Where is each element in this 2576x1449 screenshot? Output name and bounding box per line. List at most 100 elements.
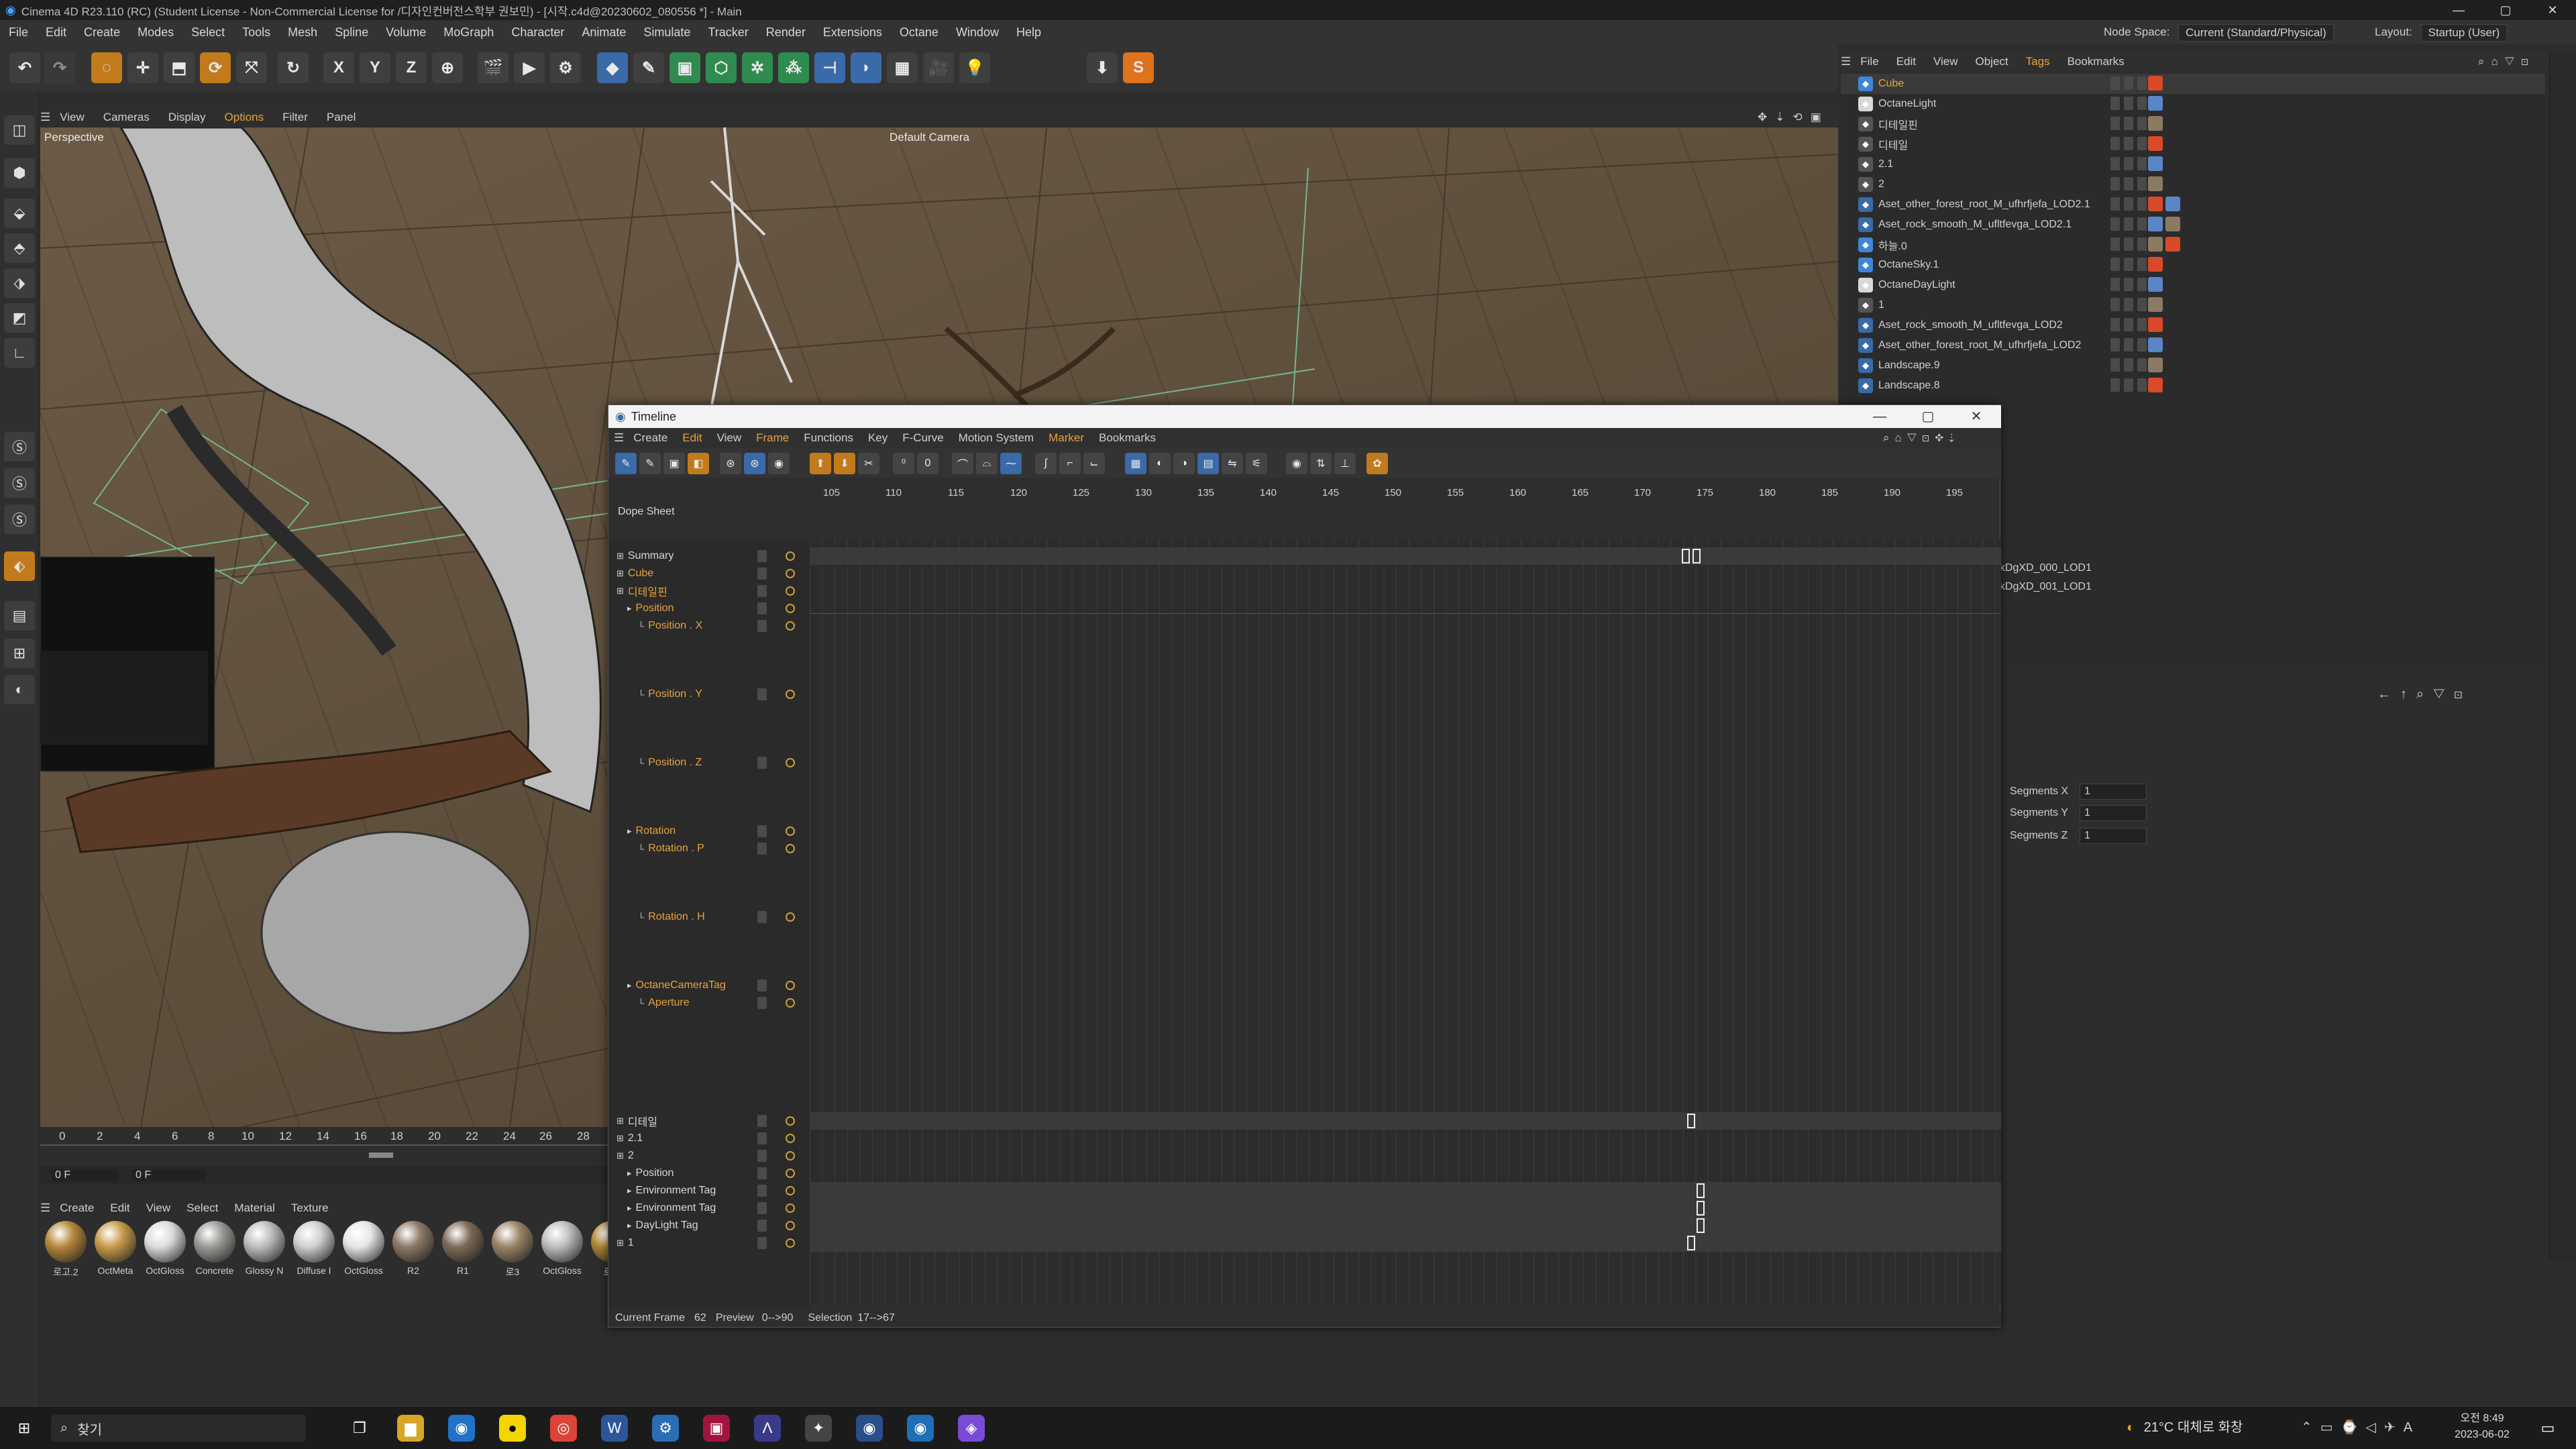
material-swatch[interactable]: R2 bbox=[392, 1221, 435, 1276]
keyframe-marker[interactable] bbox=[1697, 1218, 1705, 1233]
object-search-icon[interactable]: ⌕⌂▽⊡ bbox=[2478, 55, 2535, 68]
attributes-nav-icons[interactable]: ←↑⌕▽⊡ bbox=[2377, 687, 2472, 702]
object-tags[interactable] bbox=[2148, 337, 2163, 352]
taskbar-search-box[interactable]: ⌕ 찾기 bbox=[51, 1415, 306, 1442]
track-expand-icon[interactable]: └ bbox=[638, 621, 644, 631]
camera-icon[interactable]: 🎥 bbox=[923, 52, 954, 83]
track-lock-icon[interactable] bbox=[757, 602, 767, 614]
axis-mode-icon[interactable]: ∟ bbox=[4, 338, 35, 368]
planar-workplane-icon[interactable]: ⊞ bbox=[4, 639, 35, 668]
object-tags[interactable] bbox=[2148, 96, 2163, 111]
timeline-search-icon[interactable]: ⌕⌂▽⊡✥⇣ bbox=[1883, 431, 1960, 445]
viewport-menu-options[interactable]: Options bbox=[225, 111, 264, 124]
app-icon[interactable]: ▣ bbox=[703, 1415, 730, 1442]
menu-select[interactable]: Select bbox=[182, 20, 233, 44]
object-tags[interactable] bbox=[2148, 358, 2163, 372]
object-visibility-flags[interactable] bbox=[2110, 217, 2147, 231]
key-break-icon[interactable]: ⚟ bbox=[1246, 453, 1267, 474]
track-expand-icon[interactable]: ▸ bbox=[627, 980, 632, 991]
linear-icon[interactable]: ⁓ bbox=[1000, 453, 1022, 474]
playhead-scrubber[interactable] bbox=[369, 1152, 393, 1158]
object-row[interactable]: ◆ Aset_other_forest_root_M_ufhrfjefa_LOD2 bbox=[1841, 335, 2545, 356]
track-lock-icon[interactable] bbox=[757, 979, 767, 991]
timeline-track[interactable]: ⊞ 디테일핀 bbox=[608, 582, 810, 600]
track-record-icon[interactable] bbox=[786, 1169, 795, 1178]
material-menu-view[interactable]: View bbox=[146, 1201, 171, 1215]
material-menu-create[interactable]: Create bbox=[60, 1201, 94, 1215]
object-visibility-flags[interactable] bbox=[2110, 378, 2147, 392]
track-lock-icon[interactable] bbox=[757, 825, 767, 837]
extrude-icon[interactable]: ⬡ bbox=[706, 52, 737, 83]
track-expand-icon[interactable]: ⊞ bbox=[616, 568, 624, 579]
cloner-icon[interactable]: ✲ bbox=[742, 52, 773, 83]
segments-x-input[interactable]: 1 bbox=[2080, 784, 2147, 800]
object-tags[interactable] bbox=[2148, 156, 2163, 171]
keyframe-marker[interactable] bbox=[1697, 1183, 1705, 1198]
keyframe-marker[interactable] bbox=[1682, 549, 1690, 564]
timeline-track[interactable]: ⊞ 1 bbox=[608, 1234, 810, 1252]
segments-z-input[interactable]: 1 bbox=[2080, 828, 2147, 844]
material-swatch[interactable]: R1 bbox=[441, 1221, 484, 1276]
track-record-icon[interactable] bbox=[786, 1221, 795, 1230]
spline-icon[interactable]: ∫ bbox=[1035, 453, 1057, 474]
material-swatch[interactable]: Concrete bbox=[193, 1221, 236, 1276]
track-expand-icon[interactable]: └ bbox=[638, 844, 644, 854]
ease-out-icon[interactable]: ⌓ bbox=[976, 453, 998, 474]
frame-ruler[interactable]: 0 2 4 6 8 10 12 14 16 18 20 22 24 26 28 bbox=[40, 1130, 610, 1161]
timeline-menu-functions[interactable]: Functions bbox=[804, 431, 853, 445]
weather-widget[interactable]: ◐ 21°C 대체로 화창 bbox=[2127, 1416, 2243, 1436]
menu-extensions[interactable]: Extensions bbox=[814, 20, 891, 44]
menu-simulate[interactable]: Simulate bbox=[635, 20, 699, 44]
key-special-icon[interactable]: ✿ bbox=[1366, 453, 1388, 474]
timeline-track[interactable]: ▸ Rotation bbox=[608, 822, 810, 840]
material-swatch[interactable]: OctGloss bbox=[144, 1221, 186, 1276]
object-visibility-flags[interactable] bbox=[2110, 338, 2147, 352]
quantize-icon[interactable]: ◐ bbox=[4, 675, 35, 704]
snap-icon[interactable]: Ⓢ bbox=[4, 432, 35, 462]
track-expand-icon[interactable]: ▸ bbox=[627, 603, 632, 614]
maximize-button[interactable]: ▢ bbox=[2482, 0, 2529, 20]
timeline-track[interactable]: └ Rotation . P bbox=[608, 840, 810, 857]
track-expand-icon[interactable]: ▸ bbox=[627, 1168, 632, 1179]
menu-character[interactable]: Character bbox=[502, 20, 573, 44]
track-record-icon[interactable] bbox=[786, 1238, 795, 1248]
notification-icon[interactable]: ▭ bbox=[2534, 1415, 2561, 1442]
frame-current-field[interactable]: 0 F bbox=[131, 1169, 205, 1181]
material-swatch[interactable]: 로고.2 bbox=[44, 1221, 87, 1279]
render-view-icon[interactable]: ▶ bbox=[514, 52, 545, 83]
keyframe-marker[interactable] bbox=[1687, 1114, 1695, 1128]
keyframe-marker[interactable] bbox=[1687, 1236, 1695, 1250]
object-visibility-flags[interactable] bbox=[2110, 76, 2147, 90]
object-visibility-flags[interactable] bbox=[2110, 298, 2147, 311]
ripple-icon[interactable]: ◐ bbox=[1149, 453, 1171, 474]
segments-y-input[interactable]: 1 bbox=[2080, 805, 2147, 821]
material-menu-icon[interactable]: ☰ bbox=[40, 1201, 50, 1215]
timeline-menu-motion-system[interactable]: Motion System bbox=[959, 431, 1034, 445]
key-value-icon[interactable]: 0 bbox=[917, 453, 938, 474]
close-button[interactable]: ✕ bbox=[2529, 0, 2576, 20]
object-menu-icon[interactable]: ☰ bbox=[1841, 55, 1851, 68]
track-record-icon[interactable] bbox=[786, 844, 795, 853]
track-record-icon[interactable] bbox=[786, 998, 795, 1008]
chrome-icon[interactable]: ◎ bbox=[550, 1415, 577, 1442]
track-record-icon[interactable] bbox=[786, 1203, 795, 1213]
light-icon[interactable]: 💡 bbox=[959, 52, 990, 83]
subdivision-icon[interactable]: ▣ bbox=[669, 52, 700, 83]
timeline-menu-bookmarks[interactable]: Bookmarks bbox=[1099, 431, 1156, 445]
menu-spline[interactable]: Spline bbox=[326, 20, 377, 44]
timeline-key-grid[interactable] bbox=[810, 539, 2001, 1304]
snap-key-icon[interactable]: ▦ bbox=[1125, 453, 1146, 474]
menu-tracker[interactable]: Tracker bbox=[699, 20, 757, 44]
track-lock-icon[interactable] bbox=[757, 1150, 767, 1162]
track-expand-icon[interactable]: ▸ bbox=[627, 826, 632, 837]
scale-icon[interactable]: ⬒ bbox=[164, 52, 195, 83]
object-visibility-flags[interactable] bbox=[2110, 177, 2147, 191]
timeline-track[interactable]: ⊞ 2.1 bbox=[608, 1130, 810, 1147]
render-settings-icon[interactable]: ⚙ bbox=[550, 52, 581, 83]
model-mode-icon[interactable]: ◫ bbox=[4, 115, 35, 145]
viewport-nav-icons[interactable]: ✥⇣⟲▣ bbox=[1758, 111, 1829, 124]
material-menu-texture[interactable]: Texture bbox=[291, 1201, 329, 1215]
key-selection-icon[interactable]: ⬇ bbox=[834, 453, 855, 474]
track-lock-icon[interactable] bbox=[757, 911, 767, 923]
timeline-minimize-button[interactable]: — bbox=[1856, 405, 1903, 428]
